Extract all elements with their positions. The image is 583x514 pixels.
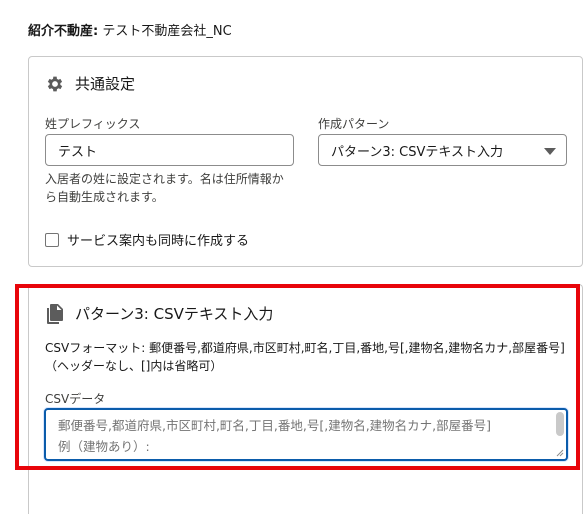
csv-placeholder: 郵便番号,都道府県,市区町村,町名,丁目,番地,号[,建物名,建物名カナ,部屋番…	[46, 410, 566, 457]
csv-format-line2: （ヘッダーなし、[]内は省略可）	[45, 359, 223, 373]
document-icon	[45, 303, 65, 324]
csv-data-textarea[interactable]: 郵便番号,都道府県,市区町村,町名,丁目,番地,号[,建物名,建物名カナ,部屋番…	[44, 408, 568, 461]
pattern-label: 作成パターン	[318, 117, 390, 131]
agency-info: 紹介不動産: テスト不動産会社_NC	[28, 20, 232, 39]
service-checkbox[interactable]	[45, 232, 59, 247]
common-settings-title: 共通設定	[75, 75, 136, 93]
pattern-select[interactable]: パターン3: CSVテキスト入力	[318, 134, 567, 166]
csv-format-line1: CSVフォーマット: 郵便番号,都道府県,市区町村,町名,丁目,番地,号[,建物…	[45, 341, 565, 355]
textarea-scrollbar[interactable]	[556, 412, 564, 436]
csv-data-label: CSVデータ	[45, 392, 106, 406]
pattern3-title: パターン3: CSVテキスト入力	[75, 305, 274, 323]
csv-format-description: CSVフォーマット: 郵便番号,都道府県,市区町村,町名,丁目,番地,号[,建物…	[45, 339, 565, 375]
agency-value: テスト不動産会社_NC	[102, 24, 232, 39]
pattern3-card: パターン3: CSVテキスト入力 CSVフォーマット: 郵便番号,都道府県,市区…	[28, 284, 583, 514]
prefix-help-line2: ら自動生成されます。	[45, 190, 164, 204]
chevron-down-icon	[544, 148, 556, 155]
service-checkbox-row[interactable]: サービス案内も同時に作成する	[45, 230, 249, 249]
prefix-label: 姓プレフィックス	[45, 117, 141, 131]
prefix-help-line1: 入居者の姓に設定されます。名は住所情報か	[45, 172, 284, 186]
pattern3-header: パターン3: CSVテキスト入力	[45, 303, 273, 324]
agency-label: 紹介不動産:	[28, 24, 99, 39]
csv-placeholder-line2: 例（建物あり）:	[58, 439, 150, 454]
common-settings-header: 共通設定	[45, 73, 135, 94]
service-checkbox-label: サービス案内も同時に作成する	[67, 234, 250, 249]
csv-placeholder-line1: 郵便番号,都道府県,市区町村,町名,丁目,番地,号[,建物名,建物名カナ,部屋番…	[58, 418, 492, 433]
common-settings-card: 共通設定 姓プレフィックス 入居者の姓に設定されます。名は住所情報か ら自動生成…	[28, 56, 583, 267]
gear-icon	[45, 74, 65, 94]
pattern-select-value: パターン3: CSVテキスト入力	[331, 144, 503, 160]
prefix-input[interactable]	[45, 134, 294, 166]
prefix-help: 入居者の姓に設定されます。名は住所情報か ら自動生成されます。	[45, 170, 284, 206]
resize-handle-icon[interactable]	[556, 449, 564, 457]
